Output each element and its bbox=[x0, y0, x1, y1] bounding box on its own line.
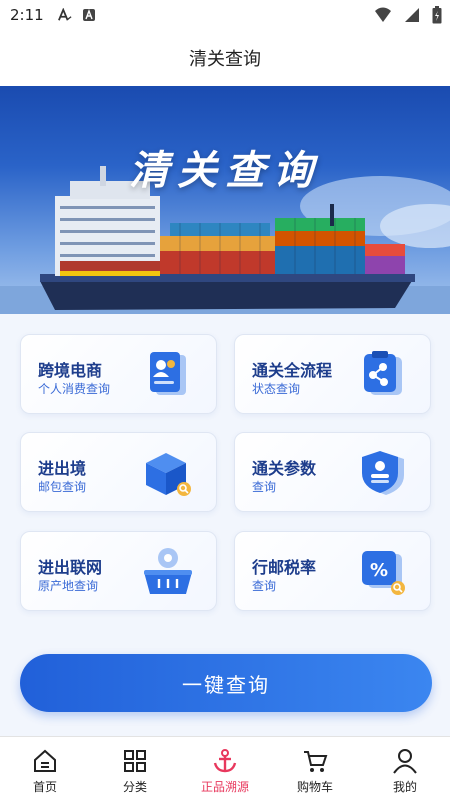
card-subtitle: 查询 bbox=[252, 480, 277, 494]
banner-title: 清关查询 bbox=[129, 147, 321, 194]
tab-home[interactable]: 首页 bbox=[0, 737, 90, 800]
card-title: 跨境电商 bbox=[38, 361, 103, 380]
card-subtitle: 状态查询 bbox=[252, 382, 301, 396]
grid-icon bbox=[122, 748, 148, 774]
card-subtitle: 邮包查询 bbox=[38, 480, 87, 494]
status-bar: 2:11 bbox=[0, 0, 450, 30]
keyboard-a-icon bbox=[82, 8, 96, 22]
tab-label: 首页 bbox=[32, 780, 57, 794]
status-time: 2:11 bbox=[10, 6, 44, 24]
card-inbound-outbound[interactable]: 进出境 邮包查询 bbox=[20, 432, 217, 512]
tab-authentic-trace[interactable]: 正品溯源 bbox=[180, 737, 270, 800]
card-title: 通关参数 bbox=[252, 459, 317, 478]
card-postal-tax-rate[interactable]: 行邮税率 查询 % bbox=[234, 531, 431, 611]
card-title: 行邮税率 bbox=[252, 558, 317, 577]
card-title: 通关全流程 bbox=[252, 361, 333, 380]
card-network-origin[interactable]: 进出联网 原产地查询 bbox=[20, 531, 217, 611]
percent-search-icon: % bbox=[356, 546, 408, 598]
anchor-icon bbox=[212, 748, 238, 774]
battery-icon bbox=[432, 6, 442, 28]
font-a-icon bbox=[57, 8, 72, 22]
card-cross-border-ecommerce[interactable]: 跨境电商 个人消费查询 bbox=[20, 334, 217, 414]
card-title: 进出联网 bbox=[38, 558, 103, 577]
tab-mine[interactable]: 我的 bbox=[360, 737, 450, 800]
tab-category[interactable]: 分类 bbox=[90, 737, 180, 800]
card-customs-parameters[interactable]: 通关参数 查询 bbox=[234, 432, 431, 512]
card-customs-process[interactable]: 通关全流程 状态查询 bbox=[234, 334, 431, 414]
wifi-icon bbox=[374, 7, 392, 27]
page-title: 清关查询 bbox=[189, 49, 261, 70]
cargo-ship-illustration bbox=[0, 166, 450, 314]
home-icon bbox=[32, 748, 58, 774]
tab-label: 正品溯源 bbox=[200, 780, 249, 794]
shield-id-icon bbox=[356, 447, 408, 499]
tab-cart[interactable]: 购物车 bbox=[270, 737, 360, 800]
card-title: 进出境 bbox=[38, 459, 87, 478]
svg-text:%: % bbox=[370, 560, 388, 581]
status-right bbox=[374, 6, 442, 28]
tab-label: 分类 bbox=[122, 780, 147, 794]
signal-icon bbox=[404, 7, 420, 27]
basket-location-icon bbox=[142, 546, 194, 598]
page-header: 清关查询 bbox=[0, 30, 450, 86]
person-icon bbox=[392, 748, 418, 774]
card-subtitle: 个人消费查询 bbox=[38, 382, 111, 396]
bottom-tab-bar: 首页 分类 正品溯源 购物车 我的 bbox=[0, 736, 450, 800]
clipboard-share-icon bbox=[356, 349, 408, 401]
cart-icon bbox=[302, 748, 328, 774]
tab-label: 我的 bbox=[392, 780, 417, 794]
one-click-query-button[interactable]: 一键查询 bbox=[20, 654, 432, 712]
card-subtitle: 查询 bbox=[252, 579, 277, 593]
banner: 清关查询 bbox=[0, 86, 450, 314]
document-person-icon bbox=[142, 349, 194, 401]
card-subtitle: 原产地查询 bbox=[38, 579, 99, 593]
package-search-icon bbox=[142, 447, 194, 499]
tab-label: 购物车 bbox=[296, 780, 333, 794]
